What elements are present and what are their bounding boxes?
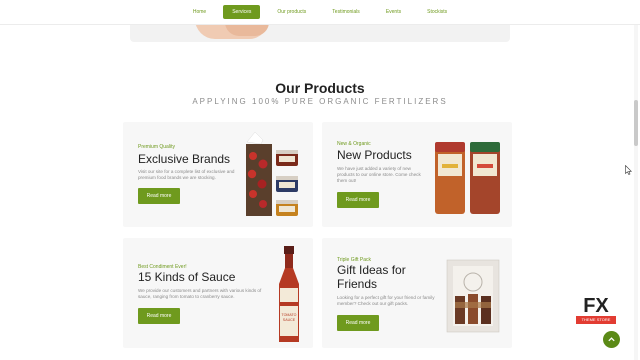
product-card-exclusive-brands: Premium Quality Exclusive Brands Visit o… bbox=[123, 122, 313, 227]
tomato-sauce-bottle-image: TOMATO SAUCE bbox=[279, 246, 299, 342]
page-scrollbar[interactable] bbox=[634, 0, 638, 360]
fx-logo-caption: THEME STORE bbox=[576, 316, 616, 324]
chevron-up-icon bbox=[608, 337, 615, 342]
product-card-new-products: New & Organic New Products We have just … bbox=[322, 122, 512, 227]
nav-testimonials[interactable]: Testimonials bbox=[323, 5, 369, 19]
preserve-jars-image bbox=[435, 142, 500, 214]
nav-home[interactable]: Home bbox=[184, 5, 215, 19]
card-description: Looking for a perfect gift for your frie… bbox=[337, 295, 435, 306]
hand-image-shadow bbox=[225, 25, 269, 36]
scrollbar-thumb[interactable] bbox=[634, 100, 638, 146]
gift-pack-image bbox=[446, 259, 500, 333]
fx-logo-letters: FX bbox=[583, 295, 609, 317]
card-description: We have just added a variety of new prod… bbox=[337, 166, 421, 183]
card-title: Exclusive Brands bbox=[138, 152, 231, 166]
mouse-cursor-icon bbox=[625, 165, 632, 175]
nav-stockists[interactable]: Stockists bbox=[418, 5, 456, 19]
nav-events[interactable]: Events bbox=[377, 5, 410, 19]
hero-image-bottom bbox=[130, 25, 510, 42]
scroll-to-top-button[interactable] bbox=[603, 331, 620, 348]
product-card-gift-ideas: Triple Gift Pack Gift Ideas for Friends … bbox=[322, 238, 512, 348]
card-title: 15 Kinds of Sauce bbox=[138, 270, 236, 284]
product-card-sauce: Best Condiment Ever! 15 Kinds of Sauce W… bbox=[123, 238, 313, 348]
nav-our-products[interactable]: Our products bbox=[268, 5, 315, 19]
read-more-button[interactable]: Read more bbox=[138, 308, 180, 324]
top-nav: Home Services Our products Testimonials … bbox=[0, 0, 640, 25]
read-more-button[interactable]: Read more bbox=[337, 315, 379, 331]
card-description: We provide our customers and partners wi… bbox=[138, 288, 262, 299]
nav-services[interactable]: Services bbox=[223, 5, 261, 19]
bottle-label-top: TOMATO bbox=[282, 313, 297, 317]
bottle-label-bottom: SAUCE bbox=[283, 318, 296, 322]
card-title: Gift Ideas for Friends bbox=[337, 263, 406, 291]
read-more-button[interactable]: Read more bbox=[138, 188, 180, 204]
card-kicker: Premium Quality bbox=[138, 144, 175, 150]
card-title: New Products bbox=[337, 148, 412, 162]
fx-theme-store-logo: FX THEME STORE bbox=[576, 295, 616, 326]
section-title: Our Products bbox=[275, 80, 365, 96]
read-more-button[interactable]: Read more bbox=[337, 192, 379, 208]
card-description: Visit our site for a complete list of ex… bbox=[138, 169, 235, 180]
section-subtitle: APPLYING 100% PURE ORGANIC FERTILIZERS bbox=[192, 97, 448, 106]
strawberry-jam-image bbox=[246, 131, 298, 216]
card-kicker: New & Organic bbox=[337, 141, 371, 147]
